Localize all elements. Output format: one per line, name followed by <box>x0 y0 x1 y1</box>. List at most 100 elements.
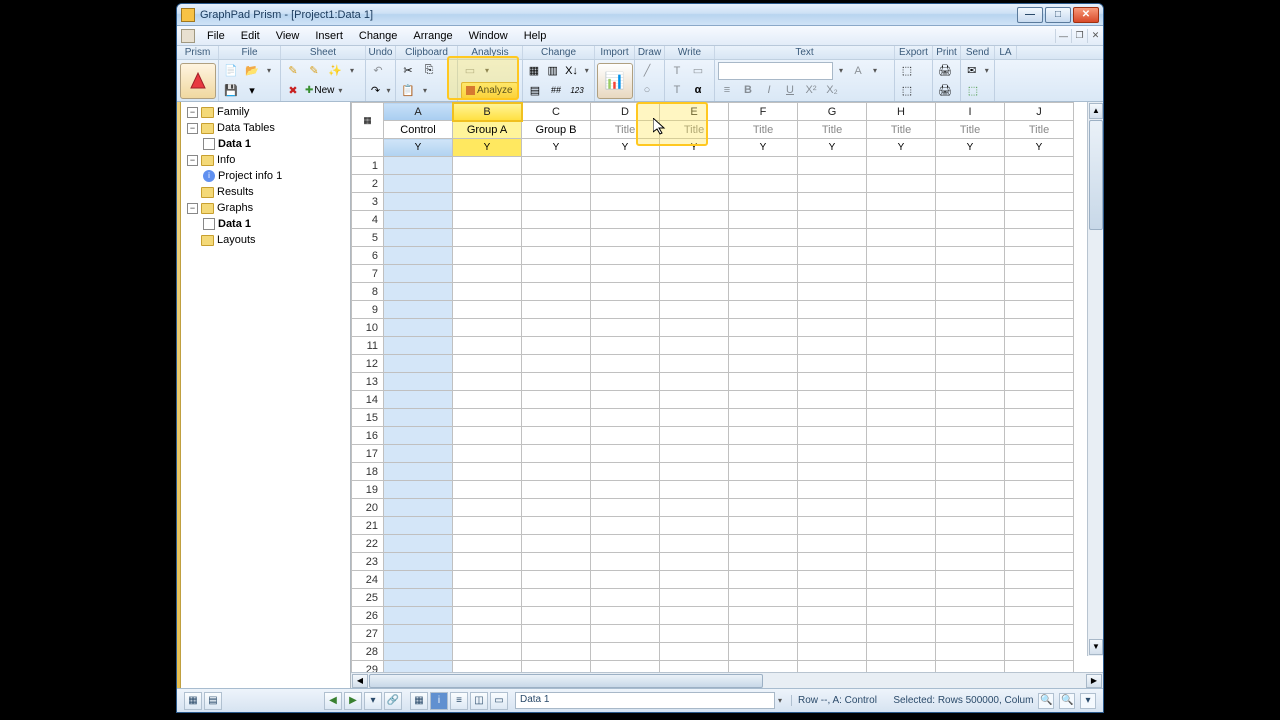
cell[interactable] <box>1005 607 1074 625</box>
cell[interactable] <box>591 229 660 247</box>
cell[interactable] <box>522 265 591 283</box>
cell[interactable] <box>591 553 660 571</box>
cell[interactable] <box>591 481 660 499</box>
cell[interactable] <box>798 625 867 643</box>
mdi-restore-button[interactable]: ❐ <box>1071 29 1087 43</box>
print2-icon[interactable]: 🖨 <box>936 81 954 99</box>
column-title-0[interactable]: Control <box>384 121 453 139</box>
cell[interactable] <box>867 391 936 409</box>
cell[interactable] <box>936 211 1005 229</box>
row-header[interactable]: 5 <box>352 229 384 247</box>
cell[interactable] <box>936 301 1005 319</box>
mdi-minimize-button[interactable]: — <box>1055 29 1071 43</box>
row-header[interactable]: 10 <box>352 319 384 337</box>
cell[interactable] <box>729 463 798 481</box>
cell[interactable] <box>453 499 522 517</box>
cell[interactable] <box>936 157 1005 175</box>
menu-window[interactable]: Window <box>461 28 516 44</box>
zoom-out-icon[interactable]: 🔍 <box>1038 693 1054 709</box>
cell[interactable] <box>798 175 867 193</box>
cell[interactable] <box>798 409 867 427</box>
cell[interactable] <box>453 229 522 247</box>
cell[interactable] <box>729 337 798 355</box>
hscroll-thumb[interactable] <box>369 674 763 688</box>
change1-icon[interactable]: ▦ <box>526 62 542 80</box>
cell[interactable] <box>936 589 1005 607</box>
cell[interactable] <box>660 409 729 427</box>
tree-graph-data1[interactable]: Data 1 <box>181 216 350 232</box>
cell[interactable] <box>798 463 867 481</box>
cell[interactable] <box>660 337 729 355</box>
cell[interactable] <box>798 355 867 373</box>
cell[interactable] <box>798 661 867 673</box>
send1-icon[interactable]: ✉ <box>964 62 980 80</box>
cell[interactable] <box>798 229 867 247</box>
cell[interactable] <box>867 445 936 463</box>
cell[interactable] <box>453 391 522 409</box>
cell[interactable] <box>522 301 591 319</box>
change5-icon[interactable]: ## <box>547 81 565 99</box>
open-icon[interactable]: 📂 <box>243 62 261 80</box>
import-button[interactable]: 📊 <box>597 63 633 99</box>
row-header[interactable]: 9 <box>352 301 384 319</box>
link-button[interactable]: 🔗 <box>384 692 402 710</box>
cell[interactable] <box>453 211 522 229</box>
row-header[interactable]: 11 <box>352 337 384 355</box>
cell[interactable] <box>384 535 453 553</box>
column-header-C[interactable]: C <box>522 103 591 121</box>
cell[interactable] <box>660 427 729 445</box>
sb-btn4[interactable]: ◫ <box>470 692 488 710</box>
cell[interactable] <box>1005 319 1074 337</box>
cell[interactable] <box>591 571 660 589</box>
cell[interactable] <box>522 445 591 463</box>
grid-corner2[interactable] <box>352 139 384 157</box>
cell[interactable] <box>384 445 453 463</box>
cell[interactable] <box>1005 301 1074 319</box>
row-header[interactable]: 23 <box>352 553 384 571</box>
row-header[interactable]: 28 <box>352 643 384 661</box>
menu-help[interactable]: Help <box>516 28 555 44</box>
change3-icon[interactable]: X↓ <box>564 62 580 80</box>
redo-icon[interactable]: ↷ <box>369 81 382 99</box>
column-title-9[interactable]: Title <box>1005 121 1074 139</box>
column-title-1[interactable]: Group A <box>453 121 522 139</box>
cell[interactable] <box>936 229 1005 247</box>
cell[interactable] <box>591 445 660 463</box>
cell[interactable] <box>522 229 591 247</box>
cell[interactable] <box>453 661 522 673</box>
cell[interactable] <box>867 499 936 517</box>
cell[interactable] <box>936 319 1005 337</box>
row-header[interactable]: 26 <box>352 607 384 625</box>
scroll-left-icon[interactable]: ◀ <box>352 674 368 688</box>
cell[interactable] <box>660 391 729 409</box>
cell[interactable] <box>1005 535 1074 553</box>
tree-results[interactable]: Results <box>181 184 350 200</box>
cell[interactable] <box>522 193 591 211</box>
horizontal-scrollbar[interactable]: ◀ ▶ <box>351 672 1103 688</box>
save-dropdown[interactable]: ▾ <box>243 81 261 99</box>
delete-icon[interactable]: ✖ <box>284 81 302 99</box>
zoom-dd[interactable]: ▾ <box>1080 693 1096 709</box>
cell[interactable] <box>591 157 660 175</box>
cell[interactable] <box>384 373 453 391</box>
row-header[interactable]: 24 <box>352 571 384 589</box>
cell[interactable] <box>729 625 798 643</box>
change2-icon[interactable]: ▥ <box>545 62 561 80</box>
cell[interactable] <box>384 391 453 409</box>
cell[interactable] <box>729 265 798 283</box>
cell[interactable] <box>1005 661 1074 673</box>
cell[interactable] <box>798 427 867 445</box>
cell[interactable] <box>453 517 522 535</box>
cell[interactable] <box>867 481 936 499</box>
cell[interactable] <box>1005 409 1074 427</box>
cell[interactable] <box>522 535 591 553</box>
cell[interactable] <box>798 643 867 661</box>
column-title-8[interactable]: Title <box>936 121 1005 139</box>
cell[interactable] <box>660 265 729 283</box>
cell[interactable] <box>384 607 453 625</box>
cell[interactable] <box>798 535 867 553</box>
menu-edit[interactable]: Edit <box>233 28 268 44</box>
cell[interactable] <box>384 625 453 643</box>
row-header[interactable]: 4 <box>352 211 384 229</box>
column-title-4[interactable]: Title <box>660 121 729 139</box>
